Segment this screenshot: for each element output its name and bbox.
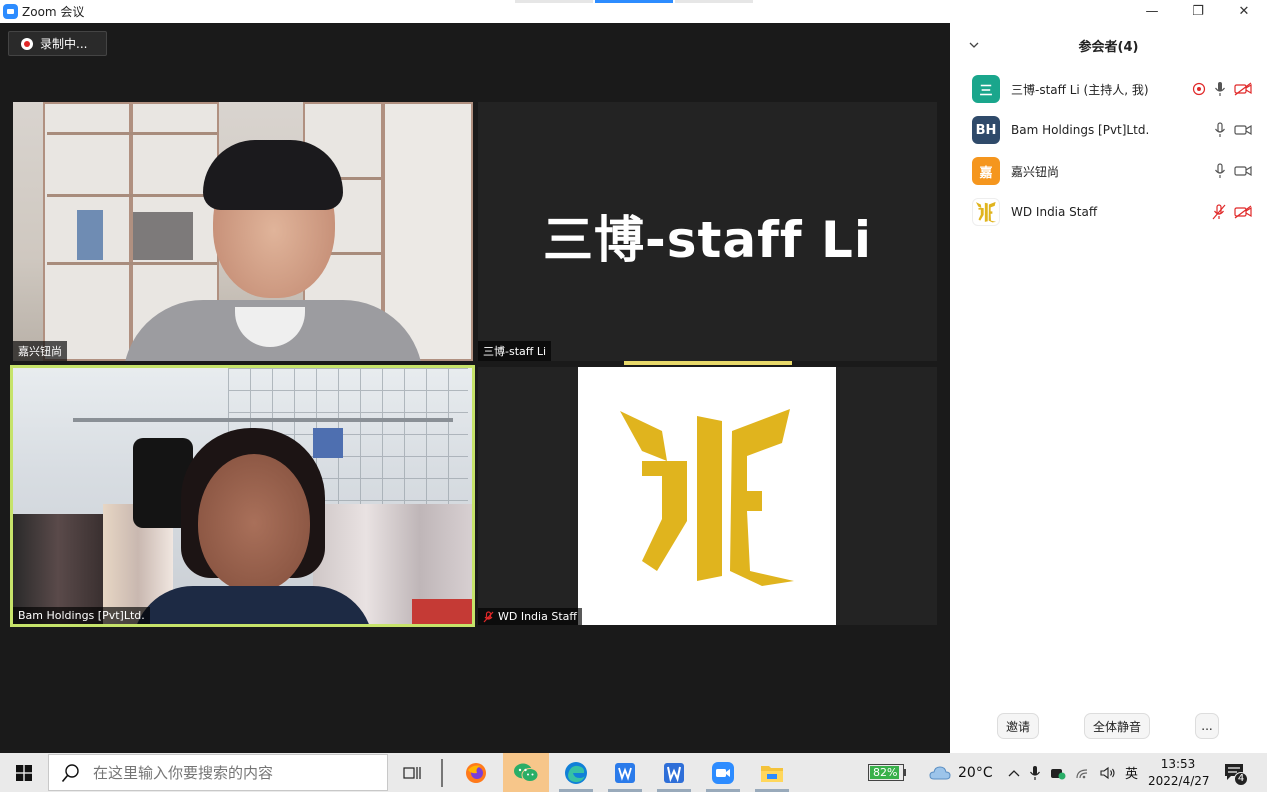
word-icon [664, 762, 684, 783]
recording-icon [1192, 82, 1206, 96]
zoom-icon [712, 761, 734, 784]
clock-time: 13:53 [1160, 757, 1196, 771]
recording-label: 录制中... [40, 37, 88, 51]
notification-count: 4 [1234, 771, 1248, 786]
mic-icon[interactable] [1214, 122, 1226, 138]
recording-badge[interactable]: 录制中... [8, 31, 107, 56]
chevron-up-icon[interactable] [1008, 768, 1020, 778]
edge-button[interactable] [553, 753, 599, 792]
wechat-icon [514, 763, 539, 782]
participant-row[interactable]: WD India Staff [972, 198, 1252, 226]
start-button[interactable] [0, 753, 48, 792]
video-tile-jiaxing[interactable]: 嘉兴钮尚 [13, 102, 473, 361]
taskbar-clock[interactable]: 13:53 2022/4/27 [1148, 756, 1210, 790]
window-title: Zoom 会议 [22, 5, 85, 19]
participant-logo [578, 367, 836, 625]
restore-button[interactable]: ❐ [1175, 0, 1221, 23]
word-button[interactable] [651, 753, 697, 792]
more-button[interactable]: ... [1195, 713, 1219, 739]
mic-muted-icon[interactable] [1212, 204, 1226, 220]
video-icon[interactable] [1234, 123, 1252, 137]
video-off-icon[interactable] [1234, 205, 1252, 219]
battery-percent: 82% [873, 766, 898, 779]
participant-display-name: 三博-staff Li [542, 211, 873, 269]
avatar: BH [972, 116, 1000, 144]
muted-mic-icon [483, 610, 494, 623]
chevron-down-icon[interactable] [968, 39, 980, 51]
avatar: 三 [972, 75, 1000, 103]
record-icon [21, 37, 33, 50]
participant-name: Bam Holdings [Pvt]Ltd. [1011, 123, 1150, 137]
windows-taskbar: 82% 20°C 英 13:53 2022/4/27 4 [0, 753, 1267, 792]
battery-indicator[interactable]: 82% [868, 753, 906, 792]
zhe-logo-icon [975, 201, 997, 223]
mic-icon[interactable] [1214, 81, 1226, 97]
clock-date: 2022/4/27 [1148, 774, 1210, 788]
wifi-icon[interactable] [1075, 766, 1091, 780]
zhe-logo-icon [620, 409, 794, 586]
wechat-tray-icon[interactable] [1050, 766, 1066, 780]
video-tile-sanbo[interactable]: 三博-staff Li 三博-staff Li [478, 102, 937, 361]
participant-row[interactable]: 三 三博-staff Li (主持人, 我) [972, 75, 1252, 103]
task-view-button[interactable] [390, 753, 436, 792]
participant-row[interactable]: BH Bam Holdings [Pvt]Ltd. [972, 116, 1252, 144]
close-button[interactable]: ✕ [1221, 0, 1267, 23]
participant-row[interactable]: 嘉 嘉兴钮尚 [972, 157, 1252, 185]
participant-name: 嘉兴钮尚 [1011, 164, 1060, 179]
zoom-app-icon [3, 4, 18, 19]
minimize-button[interactable]: — [1129, 0, 1175, 23]
ime-indicator[interactable]: 英 [1125, 763, 1138, 782]
video-tile-bam-holdings[interactable]: Bam Holdings [Pvt]Ltd. [10, 365, 475, 627]
video-off-icon[interactable] [1234, 82, 1252, 96]
mute-all-button[interactable]: 全体静音 [1084, 713, 1150, 739]
edge-icon [565, 761, 587, 784]
notification-center-button[interactable]: 4 [1222, 753, 1248, 792]
participants-panel: 参会者(4) 三 三博-staff Li (主持人, 我) BH Bam Hol… [950, 23, 1267, 753]
avatar: 嘉 [972, 157, 1000, 185]
weather-widget[interactable]: 20°C [929, 753, 993, 792]
task-view-icon [403, 766, 421, 779]
weather-temp: 20°C [958, 764, 993, 781]
search-icon [61, 763, 79, 782]
folder-icon [761, 765, 783, 782]
avatar [972, 198, 1000, 226]
title-bar: Zoom 会议 — ❐ ✕ [0, 0, 1267, 23]
system-tray-icons: 英 [1008, 753, 1138, 792]
wechat-button[interactable] [503, 753, 549, 792]
mic-icon[interactable] [1214, 163, 1226, 179]
panel-title: 参会者(4) [1078, 39, 1139, 55]
video-tile-wd-india[interactable]: WD India Staff [478, 367, 937, 625]
search-input[interactable] [93, 763, 373, 782]
invite-button[interactable]: 邀请 [997, 713, 1039, 739]
participant-name: WD India Staff [1011, 205, 1098, 219]
tile-name-label: 三博-staff Li [478, 341, 552, 361]
video-icon[interactable] [1234, 164, 1252, 178]
firefox-icon [466, 762, 486, 783]
active-speaker-indicator [624, 361, 792, 365]
view-switcher-strip[interactable] [515, 0, 753, 3]
taskbar-search[interactable] [48, 754, 388, 791]
file-explorer-button[interactable] [749, 753, 795, 792]
tile-name-label: WD India Staff [478, 608, 582, 625]
windows-logo-icon [16, 764, 32, 781]
firefox-button[interactable] [453, 753, 499, 792]
participant-name: 三博-staff Li (主持人, 我) [1011, 82, 1149, 97]
wps-icon [615, 762, 635, 783]
cloud-icon [929, 765, 951, 779]
zoom-button[interactable] [700, 753, 746, 792]
wps-button[interactable] [602, 753, 648, 792]
tile-name-label: 嘉兴钮尚 [13, 341, 67, 361]
microphone-icon[interactable] [1029, 765, 1041, 781]
tile-name-label: Bam Holdings [Pvt]Ltd. [13, 607, 150, 624]
speaker-icon[interactable] [1100, 766, 1116, 780]
